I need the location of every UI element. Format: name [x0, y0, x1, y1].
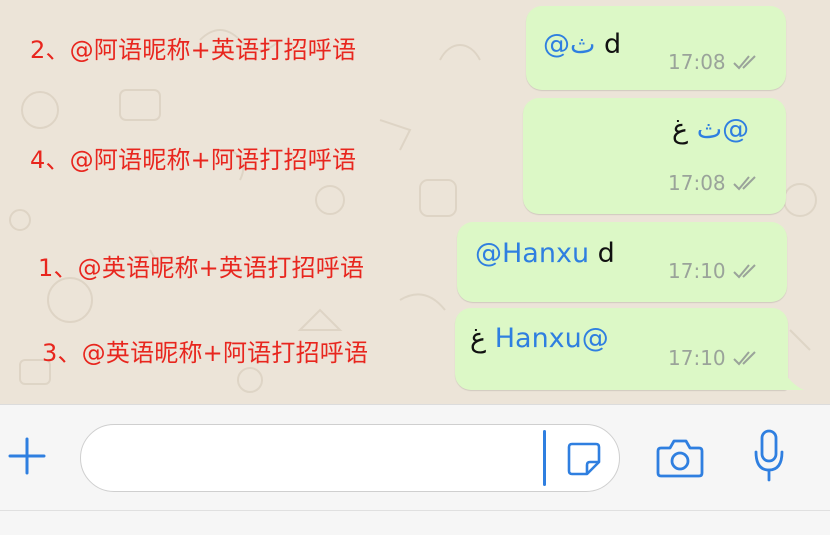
timestamp: 17:10: [668, 346, 726, 370]
chat-area[interactable]: 2、@阿语昵称+英语打招呼语 @ث d 17:08 4、@阿语昵称+阿语打招呼语…: [0, 0, 830, 404]
read-ticks-icon: [732, 351, 756, 366]
annotation-label: 1、@英语昵称+英语打招呼语: [38, 254, 365, 282]
message-meta: 17:08: [668, 50, 762, 74]
message-body: غ: [470, 323, 487, 354]
divider: [0, 510, 830, 511]
read-ticks-icon: [732, 176, 756, 191]
mention[interactable]: @Hanxu: [475, 238, 589, 269]
annotation-label: 3、@英语昵称+阿语打招呼语: [42, 339, 369, 367]
mention[interactable]: @ث: [543, 29, 595, 60]
message-meta: 17:10: [668, 259, 762, 283]
annotation-label: 2、@阿语昵称+英语打招呼语: [30, 36, 357, 64]
message-text: @ث غ: [672, 114, 749, 145]
timestamp: 17:08: [668, 50, 726, 74]
message-meta: 17:08: [668, 171, 762, 195]
bubble-tail: [780, 366, 804, 390]
plus-icon[interactable]: [2, 431, 52, 481]
message-body: d: [589, 238, 615, 269]
timestamp: 17:10: [668, 259, 726, 283]
message-meta: 17:10: [668, 346, 762, 370]
mention[interactable]: Hanxu@: [495, 323, 609, 354]
sticker-icon[interactable]: [565, 440, 603, 478]
text-caret: [543, 430, 546, 486]
message-text: @ث d: [543, 29, 621, 60]
read-ticks-icon: [732, 264, 756, 279]
message-text: @Hanxu d: [475, 238, 615, 269]
mention[interactable]: @ث: [697, 114, 749, 145]
microphone-icon[interactable]: [752, 428, 786, 484]
message-body: d: [595, 29, 622, 60]
camera-icon[interactable]: [655, 436, 705, 480]
message-body: غ: [672, 114, 689, 145]
message-input[interactable]: [80, 424, 620, 492]
message-text: غ Hanxu@: [470, 323, 609, 354]
timestamp: 17:08: [668, 171, 726, 195]
read-ticks-icon: [732, 55, 756, 70]
annotation-label: 4、@阿语昵称+阿语打招呼语: [30, 146, 357, 174]
